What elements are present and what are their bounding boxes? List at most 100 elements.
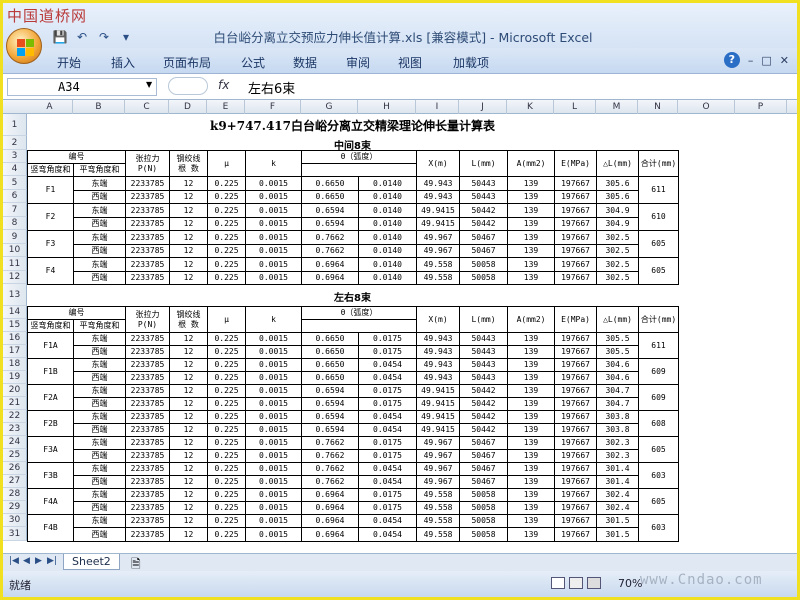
column-header-M[interactable]: M <box>596 100 638 114</box>
row-header-10[interactable]: 10 <box>3 244 27 257</box>
column-header-N[interactable]: N <box>638 100 678 114</box>
cell-l: 50442 <box>459 397 509 411</box>
undo-icon[interactable]: ↶ <box>73 29 91 45</box>
row-header-29[interactable]: 29 <box>3 501 27 514</box>
row-header-31[interactable]: 31 <box>3 527 27 541</box>
ribbon-tab-3[interactable]: 页面布局 <box>163 54 211 71</box>
prev-sheet-icon[interactable]: ◀ <box>23 556 30 566</box>
column-headers: ABCDEFGHIJKLMNOP <box>3 100 797 114</box>
next-sheet-icon[interactable]: ▶ <box>35 556 42 566</box>
row-header-1[interactable]: 1 <box>3 114 27 136</box>
cell-side: 东端 <box>73 514 126 528</box>
row-header-27[interactable]: 27 <box>3 475 27 488</box>
customize-toolbar-icon[interactable]: ▾ <box>117 29 135 45</box>
row-header-17[interactable]: 17 <box>3 345 27 358</box>
ribbon-tab-5[interactable]: 数据 <box>293 54 317 71</box>
column-header-K[interactable]: K <box>507 100 554 114</box>
cell-e: 197667 <box>554 410 598 424</box>
tendon-id: F3A <box>27 436 74 463</box>
cell-n: 12 <box>169 203 208 218</box>
cell-x: 49.9415 <box>416 217 461 231</box>
row-header-24[interactable]: 24 <box>3 436 27 449</box>
sheet-tab-sheet2[interactable]: Sheet2 <box>63 554 120 570</box>
ribbon-tab-6[interactable]: 审阅 <box>346 54 370 71</box>
row-header-19[interactable]: 19 <box>3 371 27 384</box>
column-header-C[interactable]: C <box>125 100 169 114</box>
office-button[interactable] <box>6 28 42 64</box>
redo-icon[interactable]: ↷ <box>95 29 113 45</box>
row-header-2[interactable]: 2 <box>3 136 27 150</box>
row-header-7[interactable]: 7 <box>3 203 27 217</box>
cell-th: 0.0454 <box>357 475 418 489</box>
cell-tv: 0.6594 <box>301 423 359 437</box>
column-header-I[interactable]: I <box>416 100 459 114</box>
name-box[interactable]: A34 <box>7 78 157 96</box>
help-icon[interactable]: ? <box>723 52 740 68</box>
column-header-P[interactable]: P <box>735 100 787 114</box>
cell-th: 0.0140 <box>357 190 418 204</box>
ribbon-tab-8[interactable]: 加载项 <box>453 54 489 71</box>
row-header-25[interactable]: 25 <box>3 449 27 462</box>
row-header-18[interactable]: 18 <box>3 358 27 371</box>
ribbon-tab-4[interactable]: 公式 <box>241 54 265 71</box>
cell-l: 50467 <box>459 244 509 258</box>
row-header-4[interactable]: 4 <box>3 163 27 176</box>
cell-tv: 0.6964 <box>301 488 359 502</box>
insert-function-icon[interactable]: fx <box>218 78 229 92</box>
column-header-J[interactable]: J <box>459 100 507 114</box>
row-header-14[interactable]: 14 <box>3 306 27 319</box>
header-l: L(mm) <box>459 150 509 177</box>
sheet-tab-bar: |◀ ◀ ▶ ▶| Sheet2 🗎 <box>3 553 797 571</box>
row-header-22[interactable]: 22 <box>3 410 27 423</box>
row-header-23[interactable]: 23 <box>3 423 27 436</box>
ribbon-tab-2[interactable]: 插入 <box>111 54 135 71</box>
column-header-G[interactable]: G <box>301 100 358 114</box>
row-header-20[interactable]: 20 <box>3 384 27 397</box>
formula-input[interactable]: 左右6束 <box>248 78 295 97</box>
row-header-11[interactable]: 11 <box>3 257 27 271</box>
column-header-H[interactable]: H <box>358 100 416 114</box>
restore-icon[interactable]: □ <box>761 54 771 67</box>
cell-n: 12 <box>169 244 208 258</box>
row-header-21[interactable]: 21 <box>3 397 27 410</box>
column-header-E[interactable]: E <box>207 100 245 114</box>
cell-x: 49.558 <box>416 271 461 285</box>
zoom-level[interactable]: 70% <box>618 577 642 590</box>
cell-x: 49.9415 <box>416 384 461 398</box>
table-row: 西端 2233785 12 0.225 0.0015 0.6964 0.0175 49.558… <box>28 501 679 515</box>
row-header-28[interactable]: 28 <box>3 488 27 501</box>
worksheet-grid[interactable]: ABCDEFGHIJKLMNOP 1 2 3 4 5 6 7 8 9 10 11 12 13 14 15 16… <box>3 100 797 553</box>
window-title: 白台峪分离立交预应力伸长值计算.xls [兼容模式] - Microsoft E… <box>213 30 593 45</box>
page-layout-view-icon[interactable] <box>569 577 583 589</box>
normal-view-icon[interactable] <box>551 577 565 589</box>
page-break-view-icon[interactable] <box>587 577 601 589</box>
row-header-13[interactable]: 13 <box>3 284 27 306</box>
cell-th: 0.0175 <box>357 384 418 398</box>
column-header-D[interactable]: D <box>169 100 207 114</box>
column-header-O[interactable]: O <box>678 100 735 114</box>
name-box-dropdown-icon[interactable]: ▼ <box>146 80 152 89</box>
row-header-15[interactable]: 15 <box>3 319 27 332</box>
column-header-A[interactable]: A <box>27 100 73 114</box>
save-icon[interactable]: 💾 <box>51 29 69 45</box>
ribbon-tab-1[interactable]: 开始 <box>57 54 81 71</box>
row-header-26[interactable]: 26 <box>3 462 27 475</box>
ribbon-tab-7[interactable]: 视图 <box>398 54 422 71</box>
column-header-B[interactable]: B <box>73 100 125 114</box>
row-header-9[interactable]: 9 <box>3 230 27 244</box>
row-header-6[interactable]: 6 <box>3 190 27 203</box>
column-header-F[interactable]: F <box>245 100 301 114</box>
cell-n: 12 <box>169 527 208 542</box>
first-sheet-icon[interactable]: |◀ <box>9 556 19 566</box>
row-header-16[interactable]: 16 <box>3 332 27 345</box>
close-icon[interactable]: ✕ <box>780 54 789 67</box>
row-header-30[interactable]: 30 <box>3 514 27 527</box>
minimize-icon[interactable]: – <box>748 54 754 67</box>
last-sheet-icon[interactable]: ▶| <box>47 556 57 566</box>
row-header-5[interactable]: 5 <box>3 176 27 190</box>
row-header-3[interactable]: 3 <box>3 150 27 163</box>
row-header-12[interactable]: 12 <box>3 271 27 284</box>
column-header-L[interactable]: L <box>554 100 596 114</box>
row-header-8[interactable]: 8 <box>3 217 27 230</box>
cell-th: 0.0140 <box>357 176 418 191</box>
